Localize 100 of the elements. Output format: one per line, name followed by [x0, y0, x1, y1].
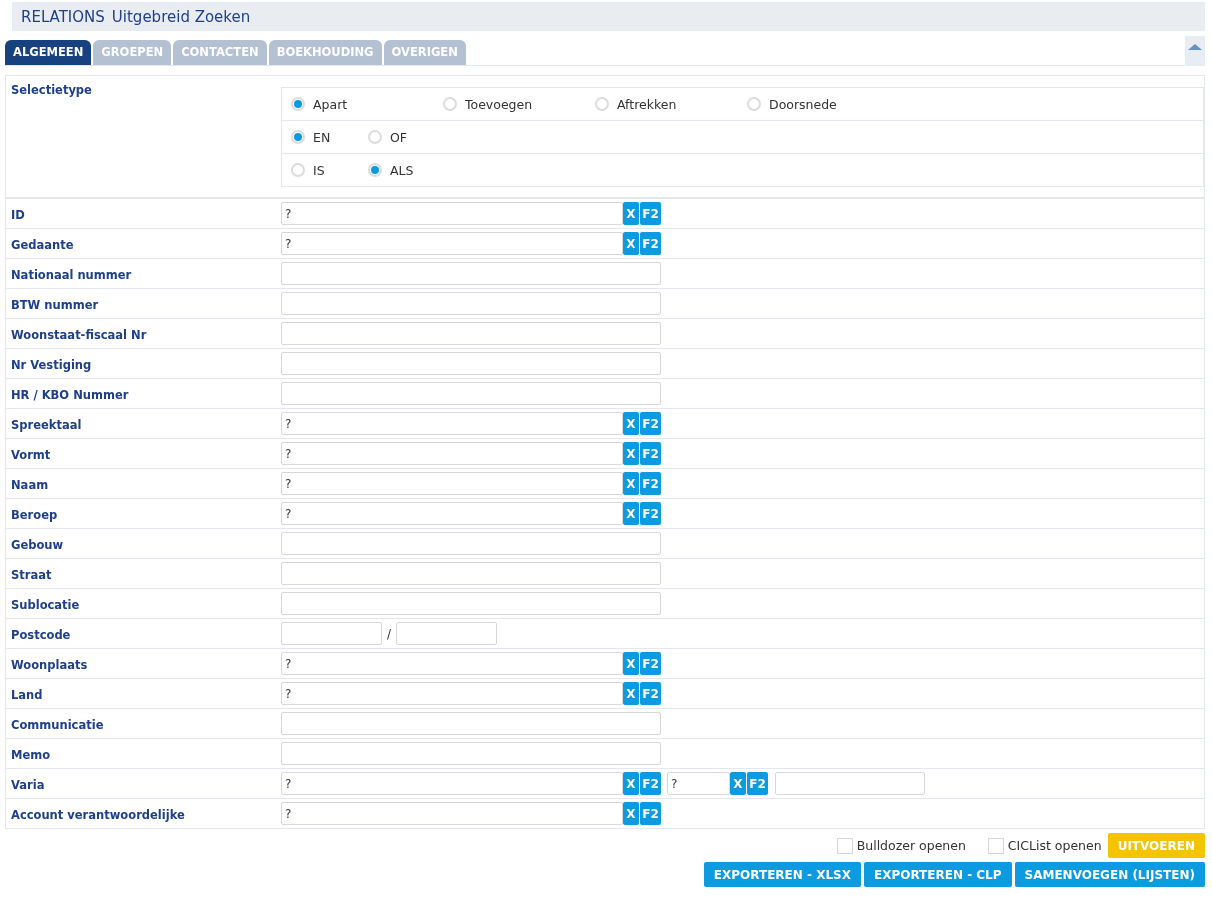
lookup-button[interactable]: F2: [640, 412, 661, 435]
lookup-button[interactable]: X: [623, 682, 639, 705]
input-field[interactable]: ?: [281, 772, 623, 795]
field-label: Spreektaal: [11, 416, 83, 432]
lookup-button[interactable]: F2: [640, 652, 661, 675]
field-label: Selectietype: [11, 82, 93, 99]
radio-option[interactable]: Aftrekken: [595, 96, 747, 112]
run-button[interactable]: UITVOEREN: [1107, 833, 1205, 858]
field-label: ID: [11, 206, 26, 222]
input-field[interactable]: ?: [281, 412, 623, 435]
radio-button[interactable]: [291, 130, 305, 144]
lookup-button[interactable]: X: [623, 232, 639, 255]
checkbox[interactable]: [987, 837, 1004, 854]
tab[interactable]: BOEKHOUDING: [268, 40, 382, 65]
input-field[interactable]: ?: [281, 502, 623, 525]
field-label: Gedaante: [11, 236, 75, 252]
input-field[interactable]: [281, 592, 661, 615]
field-label: Woonstaat-fiscaal Nr: [11, 326, 148, 342]
lookup-button[interactable]: X: [623, 472, 639, 495]
field-label: Nr Vestiging: [11, 356, 93, 372]
input-field[interactable]: ?: [281, 232, 623, 255]
radio-button[interactable]: [291, 97, 305, 111]
tab[interactable]: CONTACTEN: [173, 40, 267, 65]
radio-button[interactable]: [747, 97, 761, 111]
caret-up-icon: [1188, 43, 1202, 51]
input-field[interactable]: [281, 742, 661, 765]
page-title: Uitgebreid Zoeken: [111, 7, 251, 26]
input-field[interactable]: [281, 352, 661, 375]
tab[interactable]: ALGEMEEN: [5, 40, 92, 65]
radio-option[interactable]: Apart: [291, 96, 443, 112]
radio-option[interactable]: ALS: [368, 162, 445, 178]
input-field[interactable]: [281, 382, 661, 405]
field-label: Memo: [11, 746, 52, 762]
action-button[interactable]: EXPORTEREN - CLP: [863, 862, 1012, 887]
radio-option[interactable]: OF: [368, 129, 445, 145]
separator-text: /: [387, 626, 392, 641]
input-field[interactable]: ?: [667, 772, 730, 795]
radio-button[interactable]: [368, 130, 382, 144]
lookup-button[interactable]: F2: [640, 472, 661, 495]
lookup-button[interactable]: F2: [640, 502, 661, 525]
lookup-button[interactable]: X: [623, 412, 639, 435]
radio-option[interactable]: Doorsnede: [747, 96, 899, 112]
lookup-button[interactable]: X: [623, 802, 639, 825]
field-label: Land: [11, 686, 44, 702]
input-field[interactable]: [281, 322, 661, 345]
field-label: Woonplaats: [11, 656, 89, 672]
radio-button[interactable]: [443, 97, 457, 111]
input-field[interactable]: [281, 622, 382, 645]
radio-button[interactable]: [595, 97, 609, 111]
module-title: RELATIONS: [21, 7, 105, 26]
field-label: Communicatie: [11, 716, 105, 732]
field-label: Account verantwoordelijke: [11, 806, 186, 822]
action-button[interactable]: SAMENVOEGEN (LIJSTEN): [1014, 862, 1205, 887]
radio-button[interactable]: [291, 163, 305, 177]
field-label: Varia: [11, 776, 46, 792]
lookup-button[interactable]: X: [623, 202, 639, 225]
tab[interactable]: OVERIGEN: [383, 40, 466, 65]
tab[interactable]: GROEPEN: [93, 40, 172, 65]
lookup-button[interactable]: X: [623, 652, 639, 675]
field-label: BTW nummer: [11, 296, 100, 312]
lookup-button[interactable]: F2: [640, 772, 661, 795]
field-label: Straat: [11, 566, 53, 582]
lookup-button[interactable]: F2: [640, 232, 661, 255]
input-field[interactable]: [396, 622, 498, 645]
field-label: Gebouw: [11, 536, 65, 552]
radio-option[interactable]: Toevoegen: [443, 96, 595, 112]
input-field[interactable]: ?: [281, 472, 623, 495]
input-field[interactable]: [281, 712, 661, 735]
checkbox-option[interactable]: CICList openen: [987, 837, 1102, 854]
lookup-button[interactable]: F2: [640, 802, 661, 825]
lookup-button[interactable]: X: [730, 772, 746, 795]
checkbox[interactable]: [836, 837, 853, 854]
field-label: Naam: [11, 476, 50, 492]
lookup-button[interactable]: F2: [640, 202, 661, 225]
input-field[interactable]: ?: [281, 202, 623, 225]
field-label: Postcode: [11, 626, 72, 642]
field-label: Nationaal nummer: [11, 266, 133, 282]
radio-option[interactable]: IS: [291, 162, 368, 178]
radio-option[interactable]: EN: [291, 129, 368, 145]
lookup-button[interactable]: X: [623, 502, 639, 525]
field-label: Sublocatie: [11, 596, 81, 612]
field-label: Beroep: [11, 506, 59, 522]
lookup-button[interactable]: F2: [640, 682, 661, 705]
input-field[interactable]: [281, 562, 661, 585]
input-field[interactable]: ?: [281, 802, 623, 825]
input-field[interactable]: [281, 532, 661, 555]
input-field[interactable]: [775, 772, 925, 795]
input-field[interactable]: [281, 262, 661, 285]
input-field[interactable]: ?: [281, 682, 623, 705]
lookup-button[interactable]: F2: [747, 772, 768, 795]
radio-button[interactable]: [368, 163, 382, 177]
input-field[interactable]: ?: [281, 442, 623, 465]
action-button[interactable]: EXPORTEREN - XLSX: [703, 862, 861, 887]
input-field[interactable]: ?: [281, 652, 623, 675]
input-field[interactable]: [281, 292, 661, 315]
checkbox-option[interactable]: Bulldozer openen: [836, 837, 966, 854]
lookup-button[interactable]: X: [623, 772, 639, 795]
lookup-button[interactable]: X: [623, 442, 639, 465]
collapse-button[interactable]: [1185, 36, 1205, 66]
lookup-button[interactable]: F2: [640, 442, 661, 465]
